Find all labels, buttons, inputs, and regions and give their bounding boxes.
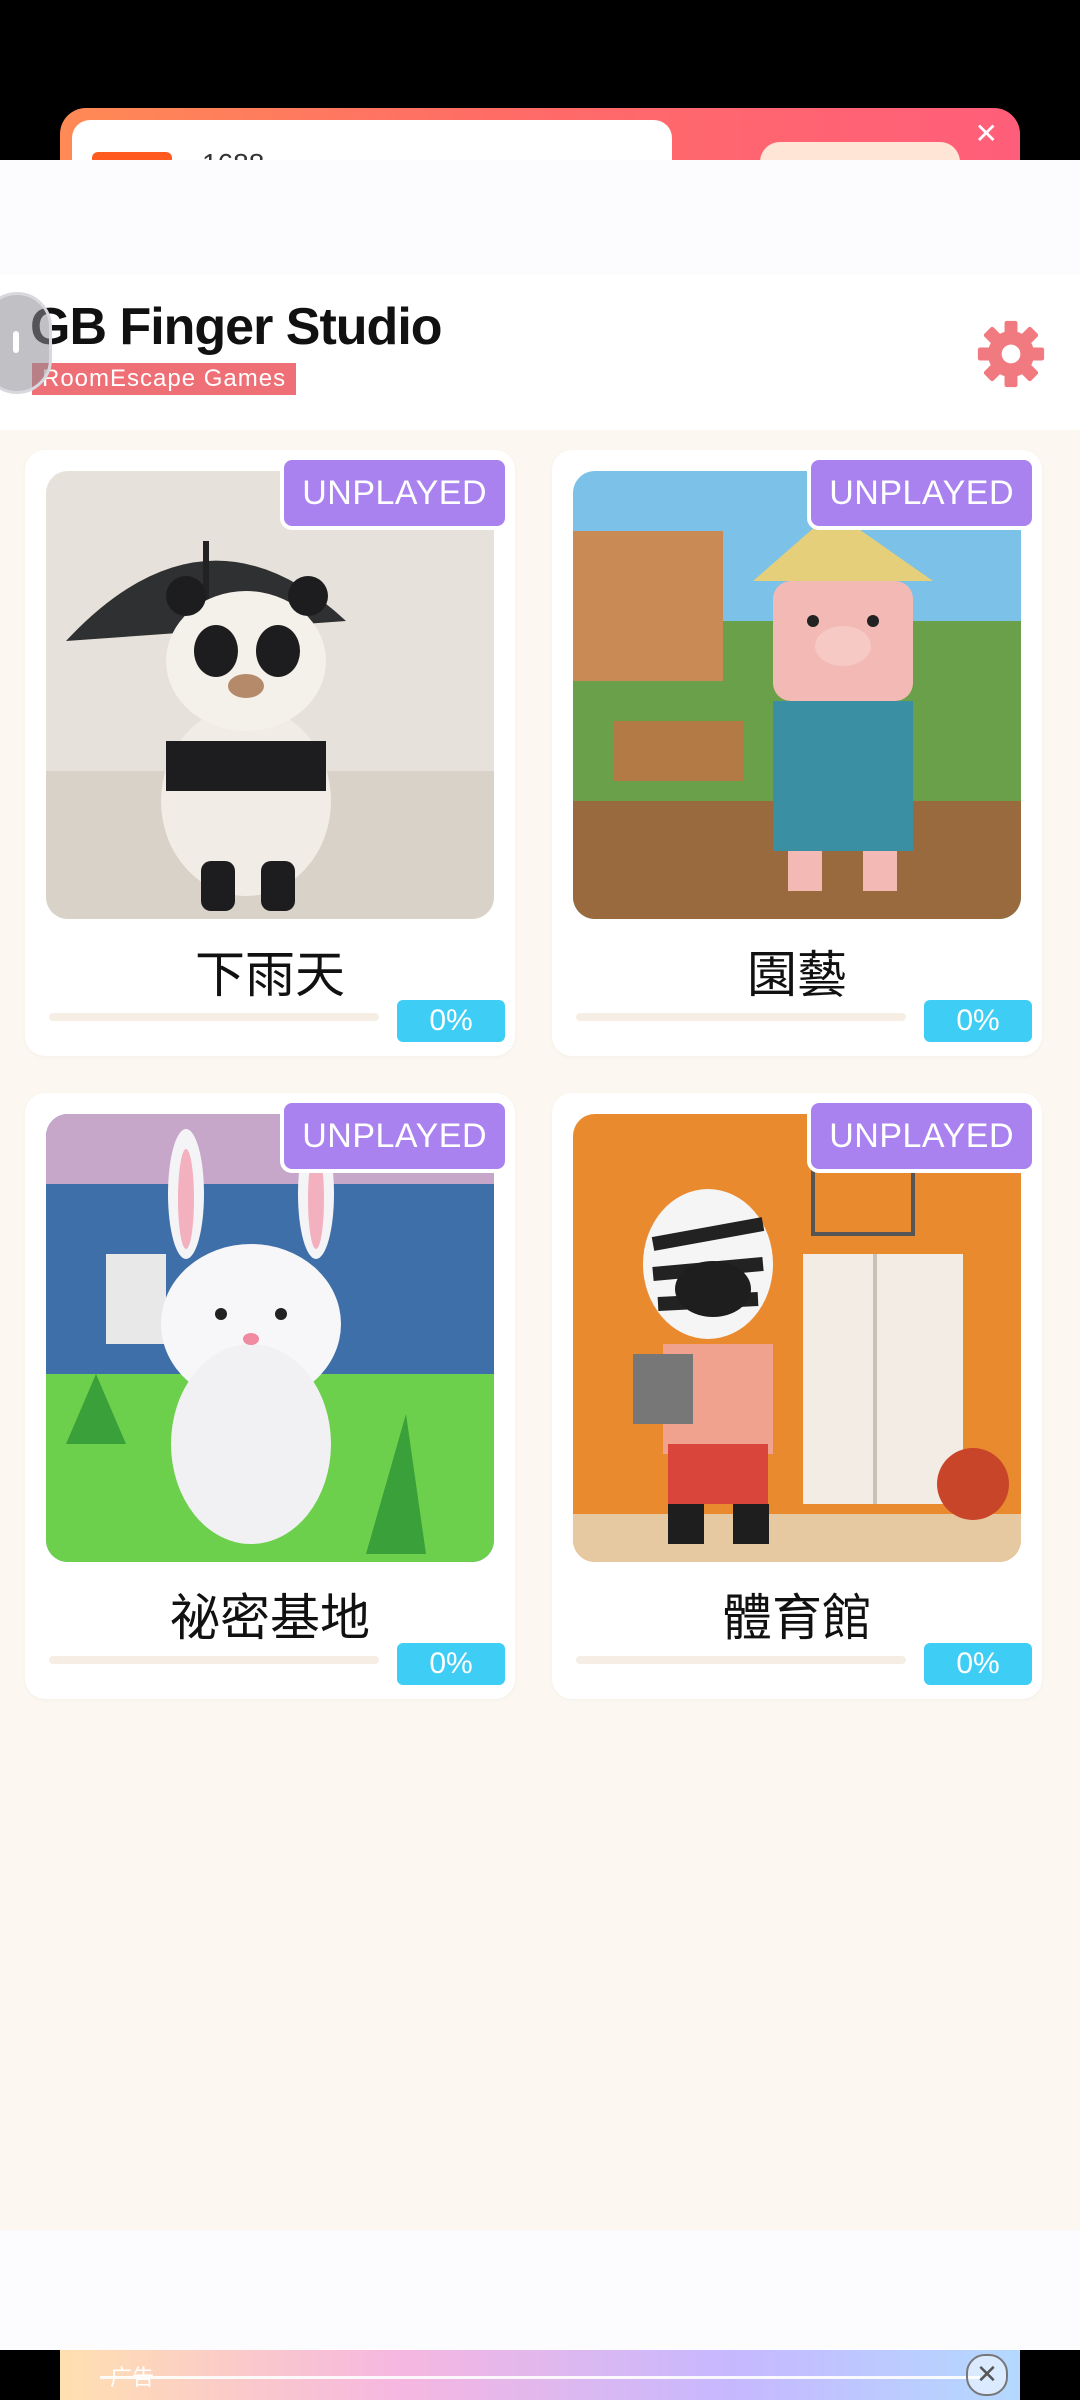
ad-divider [100,2376,980,2379]
progress-percent: 0% [924,1643,1032,1685]
game-card[interactable]: UNPLAYED 體育館 0% [552,1093,1042,1699]
game-title: 體育館 [722,1589,872,1647]
close-icon[interactable]: ✕ [966,2354,1008,2396]
top-ad-action-pill[interactable] [760,142,960,160]
game-card[interactable]: UNPLAYED 祕密基地 0% [25,1093,515,1699]
app-title: GB Finger Studio [30,298,443,356]
progress-percent: 0% [397,1643,505,1685]
progress-bar [49,1656,379,1664]
progress-percent: 0% [397,1000,505,1042]
top-ad-banner[interactable]: 1688 ✕ [60,108,1020,160]
game-card[interactable]: UNPLAYED 園藝 0% [552,450,1042,1056]
game-title: 下雨天 [195,946,345,1004]
game-title: 祕密基地 [170,1589,370,1647]
bottom-ad-banner[interactable]: 广告 ✕ [60,2350,1020,2400]
panda-umbrella-image [46,471,494,919]
gear-icon[interactable] [975,318,1047,390]
pig-garden-image [573,471,1021,919]
progress-bar [49,1013,379,1021]
zebra-gym-image [573,1114,1021,1562]
top-ad-logo [92,152,172,160]
game-title: 園藝 [747,946,847,1004]
top-ad-card[interactable]: 1688 [72,120,672,160]
status-badge: UNPLAYED [807,1099,1036,1173]
app-subtitle: RoomEscape Games [32,363,297,395]
progress-bar [576,1013,906,1021]
floating-assistant-button[interactable] [0,292,52,394]
rabbit-image [46,1114,494,1562]
status-badge: UNPLAYED [807,456,1036,530]
bottom-spacer [0,2230,1080,2350]
game-card[interactable]: UNPLAYED 下雨天 0% [25,450,515,1056]
status-badge: UNPLAYED [280,1099,509,1173]
close-icon[interactable]: ✕ [975,120,998,148]
progress-bar [576,1656,906,1664]
top-ad-brand-text: 1688 [202,148,264,160]
progress-percent: 0% [924,1000,1032,1042]
status-badge: UNPLAYED [280,456,509,530]
